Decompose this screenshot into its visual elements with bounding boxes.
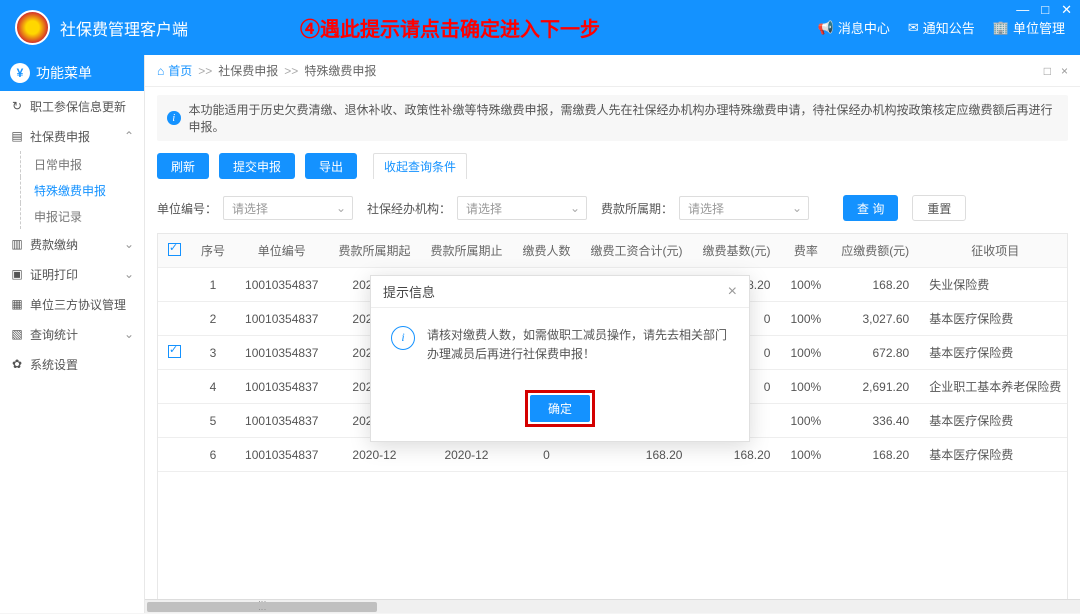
- minimize-button[interactable]: —: [1016, 2, 1029, 18]
- sidebar-item-label: 查询统计: [30, 326, 78, 343]
- topbar: — □ ✕ 社保费管理客户端 ④遇此提示请点击确定进入下一步 📢 消息中心 ✉ …: [0, 0, 1080, 55]
- unit-select[interactable]: 请选择: [223, 196, 353, 220]
- topbar-right: 📢 消息中心 ✉ 通知公告 🏢 单位管理: [818, 18, 1065, 37]
- refresh-icon: ↻: [10, 99, 24, 113]
- modal-title: 提示信息: [383, 282, 435, 301]
- column-header: 应缴费额(元): [831, 234, 919, 268]
- sidebar-item-label: 社保费申报: [30, 128, 90, 145]
- prompt-modal: 提示信息 × i 请核对缴费人数，如需做职工减员操作，请先去相关部门办理减员后再…: [370, 275, 750, 442]
- building-icon: 🏢: [993, 20, 1009, 36]
- column-header: 序号: [191, 234, 235, 268]
- pop-out-icon[interactable]: □: [1044, 64, 1051, 78]
- column-header: 费款所属期起: [328, 234, 420, 268]
- panel-close-icon[interactable]: ×: [1061, 64, 1068, 78]
- column-header: 缴费人数: [512, 234, 580, 268]
- column-header: 缴费工资合计(元): [580, 234, 692, 268]
- period-label: 费款所属期：: [601, 200, 673, 217]
- modal-close-icon[interactable]: ×: [728, 283, 737, 301]
- sidebar: ¥ 功能菜单 ↻ 职工参保信息更新 ▤ 社保费申报日常申报特殊缴费申报申报记录 ▥ 费款缴…: [0, 55, 145, 613]
- agency-filter: 社保经办机构： 请选择: [367, 196, 587, 220]
- info-text: 本功能适用于历史欠费清缴、退休补收、政策性补缴等特殊缴费申报，需缴费人先在社保经…: [189, 101, 1058, 135]
- unit-mgmt-label: 单位管理: [1013, 18, 1065, 37]
- info-banner: i 本功能适用于历史欠费清缴、退休补收、政策性补缴等特殊缴费申报，需缴费人先在社…: [157, 95, 1068, 141]
- breadcrumb-home[interactable]: 首页: [168, 62, 192, 79]
- column-header: 征收项目: [919, 234, 1068, 268]
- home-icon: ⌂: [157, 64, 164, 78]
- msg-center-link[interactable]: 📢 消息中心: [818, 18, 890, 37]
- modal-message: 请核对缴费人数，如需做职工减员操作，请先去相关部门办理减员后再进行社保费申报！: [427, 326, 729, 364]
- sidebar-item-label: 费款缴纳: [30, 236, 78, 253]
- ok-highlight-box: 确定: [525, 390, 595, 427]
- unit-label: 单位编号：: [157, 200, 217, 217]
- sidebar-subitem[interactable]: 申报记录: [0, 203, 144, 229]
- column-header: 单位编号: [235, 234, 328, 268]
- pay-icon: ▥: [10, 237, 24, 251]
- modal-body: i 请核对缴费人数，如需做职工减员操作，请先去相关部门办理减员后再进行社保费申报…: [371, 308, 749, 382]
- sidebar-item-label: 职工参保信息更新: [30, 98, 126, 115]
- app-logo: [15, 10, 50, 45]
- window-controls: — □ ✕: [1016, 2, 1072, 18]
- sidebar-item[interactable]: ✿ 系统设置: [0, 349, 144, 379]
- sidebar-item[interactable]: ▦ 单位三方协议管理: [0, 289, 144, 319]
- sidebar-subitem[interactable]: 日常申报: [0, 151, 144, 177]
- instruction-overlay: ④遇此提示请点击确定进入下一步: [300, 13, 600, 42]
- agree-icon: ▦: [10, 297, 24, 311]
- collapse-query-link[interactable]: 收起查询条件: [373, 153, 467, 179]
- table-row[interactable]: 6100103548372020-122020-120 168.20168.20…: [158, 438, 1068, 472]
- reset-button[interactable]: 重置: [912, 195, 966, 221]
- yen-icon: ¥: [10, 63, 30, 83]
- sidebar-item[interactable]: ▥ 费款缴纳: [0, 229, 144, 259]
- sidebar-item[interactable]: ▧ 查询统计: [0, 319, 144, 349]
- sidebar-item[interactable]: ▣ 证明打印: [0, 259, 144, 289]
- agency-label: 社保经办机构：: [367, 200, 451, 217]
- close-button[interactable]: ✕: [1061, 2, 1072, 18]
- notice-label: 通知公告: [923, 18, 975, 37]
- submit-button[interactable]: 提交申报: [219, 153, 295, 179]
- filter-bar: 单位编号： 请选择 社保经办机构： 请选择 费款所属期： 请选择 查 询 重置: [145, 189, 1080, 233]
- unit-filter: 单位编号： 请选择: [157, 196, 353, 220]
- modal-ok-button[interactable]: 确定: [530, 395, 590, 422]
- unit-mgmt-link[interactable]: 🏢 单位管理: [993, 18, 1065, 37]
- print-icon: ▣: [10, 267, 24, 281]
- stats-icon: ▧: [10, 327, 24, 341]
- megaphone-icon: 📢: [818, 20, 834, 36]
- modal-footer: 确定: [371, 382, 749, 441]
- notice-link[interactable]: ✉ 通知公告: [908, 18, 975, 37]
- sidebar-header: ¥ 功能菜单: [0, 55, 144, 91]
- column-header: 缴费基数(元): [692, 234, 780, 268]
- horizontal-scrollbar[interactable]: [145, 599, 1080, 613]
- agency-select[interactable]: 请选择: [457, 196, 587, 220]
- breadcrumb-l1: 社保费申报: [218, 62, 278, 79]
- sidebar-item[interactable]: ▤ 社保费申报: [0, 121, 144, 151]
- toolbar: 刷新 提交申报 导出 收起查询条件: [145, 149, 1080, 189]
- maximize-button[interactable]: □: [1041, 2, 1049, 18]
- scrollbar-thumb[interactable]: [147, 602, 377, 612]
- sidebar-item[interactable]: ↻ 职工参保信息更新: [0, 91, 144, 121]
- modal-header: 提示信息 ×: [371, 276, 749, 308]
- breadcrumb: ⌂ 首页 >> 社保费申报 >> 特殊缴费申报 □ ×: [145, 55, 1080, 87]
- app-title: 社保费管理客户端: [60, 16, 188, 40]
- settings-icon: ✿: [10, 357, 24, 371]
- sidebar-subitem[interactable]: 特殊缴费申报: [0, 177, 144, 203]
- declare-icon: ▤: [10, 129, 24, 143]
- sidebar-item-label: 证明打印: [30, 266, 78, 283]
- info-icon: i: [391, 326, 415, 350]
- period-filter: 费款所属期： 请选择: [601, 196, 809, 220]
- row-checkbox[interactable]: [168, 345, 181, 358]
- column-header: 费率: [780, 234, 831, 268]
- sidebar-item-label: 系统设置: [30, 356, 78, 373]
- refresh-button[interactable]: 刷新: [157, 153, 209, 179]
- export-button[interactable]: 导出: [305, 153, 357, 179]
- info-icon: i: [167, 111, 181, 125]
- period-select[interactable]: 请选择: [679, 196, 809, 220]
- select-all-checkbox[interactable]: [168, 243, 181, 256]
- query-button[interactable]: 查 询: [843, 195, 898, 221]
- sidebar-title: 功能菜单: [36, 63, 92, 83]
- column-header: 费款所属期止: [420, 234, 512, 268]
- sidebar-item-label: 单位三方协议管理: [30, 296, 126, 313]
- breadcrumb-l2: 特殊缴费申报: [304, 62, 376, 79]
- mail-icon: ✉: [908, 20, 919, 36]
- msg-center-label: 消息中心: [838, 18, 890, 37]
